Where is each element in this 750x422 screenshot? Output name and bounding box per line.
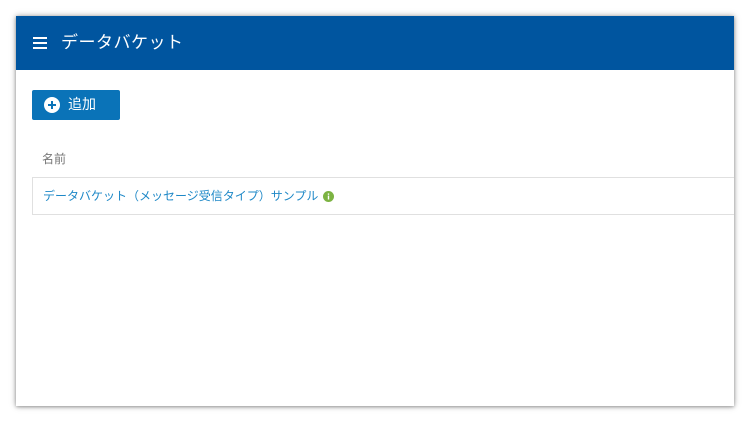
- info-icon[interactable]: [323, 191, 334, 202]
- list-item: データバケット（メッセージ受信タイプ）サンプル: [33, 178, 734, 216]
- bucket-list: データバケット（メッセージ受信タイプ）サンプル: [32, 177, 734, 215]
- column-header-name: 名前: [42, 152, 67, 166]
- page-title: データバケット: [61, 33, 184, 53]
- app-window: データバケット 追加 名前 データバケット（メッセージ受信タイプ）サンプル: [16, 16, 734, 406]
- add-button[interactable]: 追加: [32, 90, 120, 120]
- hamburger-menu-icon[interactable]: [30, 34, 50, 52]
- add-button-label: 追加: [68, 97, 96, 113]
- bucket-name-link[interactable]: データバケット（メッセージ受信タイプ）サンプル: [43, 189, 318, 203]
- app-bar: データバケット: [16, 16, 734, 70]
- plus-circle-icon: [44, 97, 60, 113]
